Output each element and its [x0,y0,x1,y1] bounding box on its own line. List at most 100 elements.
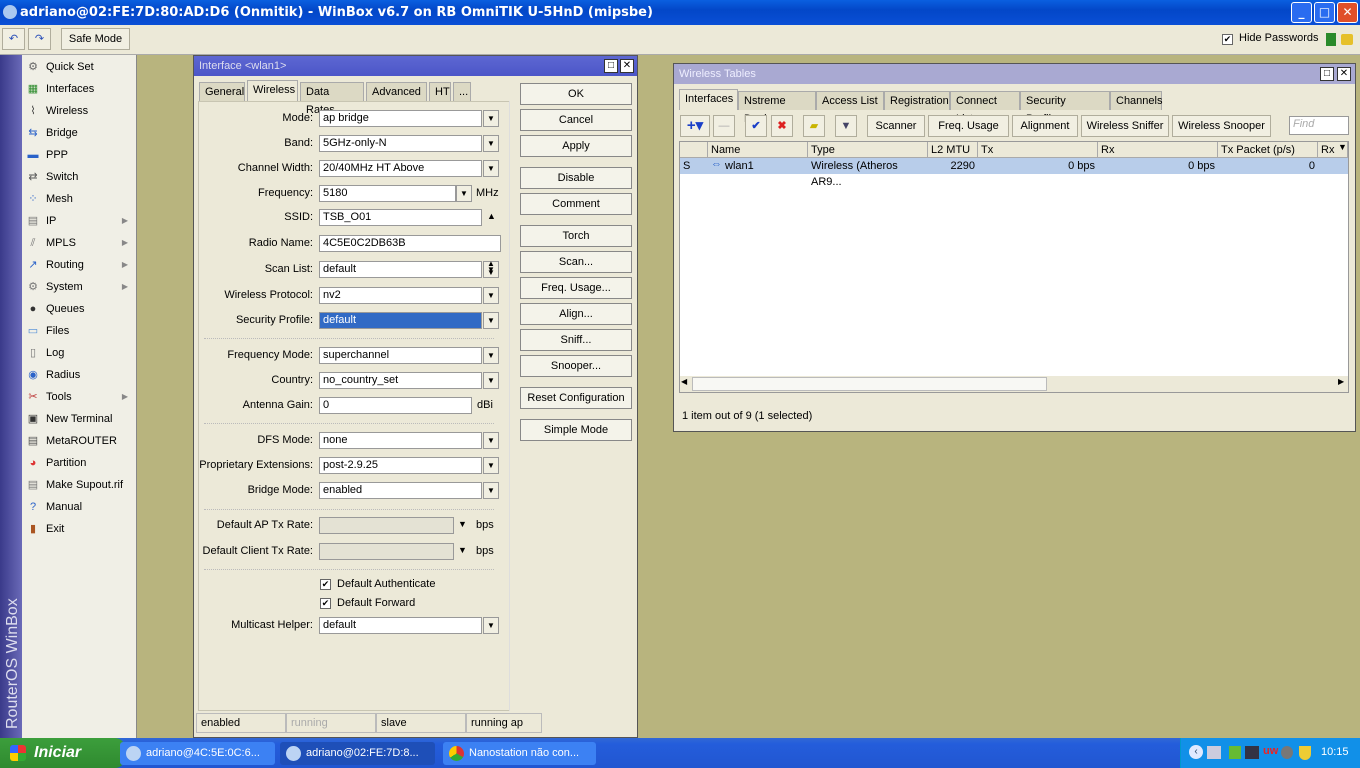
disable-icon[interactable]: ✖ [771,115,793,137]
close-window-button[interactable]: ✕ [1337,67,1351,81]
sidebar-item-manual[interactable]: ? Manual [23,496,136,518]
reset-configuration-button[interactable]: Reset Configuration [520,387,632,409]
horizontal-scrollbar[interactable]: ◀ ▶ [680,376,1348,392]
proprietary-extensions-field[interactable]: post-2.9.25 [319,457,482,474]
sidebar-item-interfaces[interactable]: ▦ Interfaces [23,78,136,100]
taskbar-item[interactable]: adriano@4C:5E:0C:6... [120,742,275,765]
dropdown-arrow-icon[interactable]: ▼ [483,312,499,329]
show-hidden-icons-icon[interactable]: ‹ [1189,745,1203,759]
column-header-l2-mtu[interactable]: L2 MTU [928,142,978,158]
scan-button[interactable]: Scan... [520,251,632,273]
column-header-rx[interactable]: Rx [1098,142,1218,158]
minimize-button[interactable]: _ [1291,2,1312,23]
default-authenticate-checkbox[interactable]: ✔ [320,579,331,590]
remove-icon[interactable]: — [713,115,735,137]
disable-button[interactable]: Disable [520,167,632,189]
dropdown-arrow-icon[interactable]: ▼ [483,372,499,389]
radio-name-field[interactable]: 4C5E0C2DB63B [319,235,501,252]
column-header-name[interactable]: Name [708,142,808,158]
bridge-mode-field[interactable]: enabled [319,482,482,499]
maximize-window-button[interactable]: □ [1320,67,1334,81]
scrollbar-thumb[interactable] [692,377,1047,391]
channel-width-field[interactable]: 20/40MHz HT Above [319,160,482,177]
tab-wireless[interactable]: Wireless [247,80,298,101]
tab-advanced[interactable]: Advanced [366,82,427,101]
dropdown-arrow-icon[interactable]: ▼ [483,110,499,127]
torch-button[interactable]: Torch [520,225,632,247]
column-header-flag[interactable] [680,142,708,158]
find-input[interactable]: Find [1289,116,1349,135]
antivirus-icon[interactable]: uw [1263,745,1278,757]
comment-button[interactable]: Comment [520,193,632,215]
default-client-tx-rate-field[interactable] [319,543,454,560]
taskbar-item[interactable]: Nanostation não con... [443,742,596,765]
sidebar-item-new-terminal[interactable]: ▣ New Terminal [23,408,136,430]
column-header-tx[interactable]: Tx [978,142,1098,158]
tab-access-list[interactable]: Access List [816,91,884,110]
collapse-arrow-icon[interactable]: ▲ [487,211,496,221]
security-profile-field[interactable]: default [319,312,482,329]
column-header-type[interactable]: Type [808,142,928,158]
ssid-field[interactable]: TSB_O01 [319,209,482,226]
alignment-button[interactable]: Alignment [1012,115,1078,137]
align-button[interactable]: Align... [520,303,632,325]
network-icon[interactable] [1207,746,1221,759]
country-field[interactable]: no_country_set [319,372,482,389]
dropdown-arrow-icon[interactable]: ▼ [458,519,467,529]
wireless-sniffer-button[interactable]: Wireless Sniffer [1081,115,1169,137]
band-field[interactable]: 5GHz-only-N [319,135,482,152]
filter-icon[interactable]: ▼ [835,115,857,137]
scroll-left-icon[interactable]: ◀ [681,377,687,386]
wireless-tables-titlebar[interactable]: Wireless Tables □ ✕ [674,64,1355,84]
scan-list-field[interactable]: default [319,261,482,278]
multicast-helper-field[interactable]: default [319,617,482,634]
hide-passwords-checkbox[interactable]: ✔ [1222,34,1233,45]
dropdown-arrow-icon[interactable]: ▼ [483,160,499,177]
default-ap-tx-rate-field[interactable] [319,517,454,534]
dropdown-arrow-icon[interactable]: ▼ [483,617,499,634]
enable-icon[interactable]: ✔ [745,115,767,137]
snooper-button[interactable]: Snooper... [520,355,632,377]
freq-usage-button[interactable]: Freq. Usage... [520,277,632,299]
comment-icon[interactable]: ▰ [803,115,825,137]
sniff-button[interactable]: Sniff... [520,329,632,351]
add-remove-arrows-icon[interactable]: ▲ ▼ [487,259,495,277]
security-shield-icon[interactable] [1299,746,1311,760]
scroll-right-icon[interactable]: ▶ [1338,377,1344,386]
taskbar-item[interactable]: adriano@02:FE:7D:8... [280,742,435,765]
column-menu-icon[interactable]: ▼ [1338,142,1347,152]
freq-usage-button[interactable]: Freq. Usage [928,115,1009,137]
tab-interfaces[interactable]: Interfaces [679,89,738,110]
dropdown-arrow-icon[interactable]: ▼ [483,135,499,152]
apply-button[interactable]: Apply [520,135,632,157]
default-forward-checkbox[interactable]: ✔ [320,598,331,609]
tab-data-rates[interactable]: Data Rates [300,82,364,116]
wireless-snooper-button[interactable]: Wireless Snooper [1172,115,1271,137]
dropdown-arrow-icon[interactable]: ▼ [483,347,499,364]
close-button[interactable]: ✕ [1337,2,1358,23]
table-row[interactable]: Swlan1 Wireless (Atheros AR9... 2290 0 bps 0… [680,158,1348,188]
scanner-button[interactable]: Scanner [867,115,925,137]
dropdown-arrow-icon[interactable]: ▼ [483,287,499,304]
tab-registration[interactable]: Registration [884,91,950,110]
redo-button[interactable]: ↷ [28,28,51,50]
column-header-tx-packet-p-s[interactable]: Tx Packet (p/s) [1218,142,1318,158]
dropdown-arrow-icon[interactable]: ▼ [458,545,467,555]
cancel-button[interactable]: Cancel [520,109,632,131]
tray-app-icon[interactable] [1245,746,1259,759]
tab-general[interactable]: General [199,82,245,101]
sidebar-item-quick-set[interactable]: ⚙ Quick Set [23,56,136,78]
dfs-mode-field[interactable]: none [319,432,482,449]
tab-security-profiles[interactable]: Security Profiles [1020,91,1110,125]
tab-connect-list[interactable]: Connect List [950,91,1020,125]
maximize-button[interactable]: □ [1314,2,1335,23]
frequency-mode-field[interactable]: superchannel [319,347,482,364]
tab-[interactable]: ... [453,82,471,101]
dropdown-arrow-icon[interactable]: ▼ [483,457,499,474]
tab-nstreme-dual[interactable]: Nstreme Dual [738,91,816,125]
dropdown-arrow-icon[interactable]: ▼ [456,185,472,202]
ok-button[interactable]: OK [520,83,632,105]
dropdown-arrow-icon[interactable]: ▼ [483,482,499,499]
dropdown-arrow-icon[interactable]: ▼ [483,432,499,449]
antenna-gain-field[interactable]: 0 [319,397,472,414]
